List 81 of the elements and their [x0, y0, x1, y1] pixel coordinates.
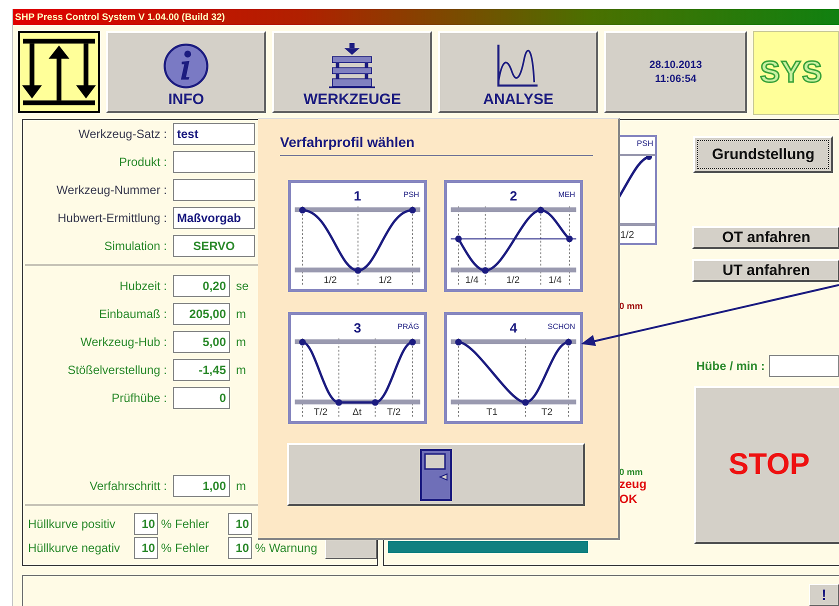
segment-label: 1/4: [548, 274, 562, 286]
bottom-dead-center-button[interactable]: UT anfahren: [692, 259, 839, 282]
input-field[interactable]: [173, 179, 255, 201]
profile-number: 2: [510, 188, 518, 204]
press-logo[interactable]: [18, 31, 100, 113]
tools-button[interactable]: WERKZEUGE: [272, 31, 432, 113]
segment-label: T1: [486, 406, 498, 418]
field-label: Simulation :: [103, 239, 168, 253]
exit-button[interactable]: [287, 443, 585, 506]
percent-label: % Fehler: [161, 517, 210, 531]
profile-number: 3: [354, 320, 362, 336]
input-field[interactable]: 10: [228, 537, 252, 559]
status-text: zeug: [619, 477, 648, 492]
segment-label: 1/2: [378, 274, 392, 286]
input-field[interactable]: 5,00: [173, 331, 230, 353]
unit-label: m: [236, 363, 246, 377]
window-title: SHP Press Control System V 1.04.00 (Build 32): [14, 12, 225, 22]
envelope-label: Hüllkurve negativ: [28, 541, 122, 555]
field-label: Werkzeug-Hub :: [80, 335, 168, 349]
segment-label: Δt: [352, 406, 362, 418]
input-field[interactable]: 10: [228, 513, 252, 535]
segment-label: 1/2: [324, 274, 337, 286]
input-field[interactable]: 1,00: [173, 475, 230, 497]
percent-label: % Fehler: [161, 541, 210, 555]
field-label: Verfahrschritt :: [88, 479, 168, 493]
input-field[interactable]: 205,00: [173, 303, 230, 325]
field-label: Werkzeug-Satz :: [78, 127, 168, 141]
profile-card[interactable]: 1 PSH 1/2 1/2: [288, 180, 427, 292]
percent-label: % Warnung: [255, 541, 318, 555]
input-field[interactable]: 10: [134, 537, 158, 559]
input-field[interactable]: 0,20: [173, 275, 230, 297]
field-label: Werkzeug-Nummer :: [56, 183, 168, 197]
profile-tag: PRÄG: [398, 322, 420, 331]
unit-label: se: [236, 279, 249, 293]
profile-tag: PSH: [404, 190, 420, 199]
profile-number: 4: [510, 320, 518, 336]
segment-label: T/2: [386, 406, 401, 418]
profile-card[interactable]: 3 PRÄG T/2 Δt T/2: [288, 312, 427, 424]
top-dead-center-button[interactable]: OT anfahren: [692, 226, 839, 249]
field-label: Prüfhübe :: [110, 391, 168, 405]
door-icon: [420, 448, 452, 500]
field-label: Produkt :: [118, 155, 168, 169]
alert-button[interactable]: !: [809, 584, 839, 606]
segment-label: 1/2: [506, 274, 520, 286]
press-arrows-icon: [21, 36, 98, 108]
company-logo: SYS: [752, 31, 839, 115]
simulation-dropdown[interactable]: SERVO: [173, 235, 255, 257]
input-field[interactable]: Maßvorgab: [173, 207, 255, 229]
input-field[interactable]: [173, 151, 255, 173]
dialog-title: Verfahrprofil wählen: [280, 134, 415, 150]
field-label: Stößelverstellung :: [66, 363, 168, 377]
field-label: Einbaumaß :: [98, 307, 168, 321]
press-tool-icon: [329, 43, 376, 89]
info-icon: [163, 43, 210, 89]
strokes-label: Hübe / min :: [696, 359, 765, 373]
profile-tag: PSH: [636, 139, 654, 148]
input-field[interactable]: [768, 355, 839, 377]
profile-card[interactable]: 4 SCHON T1 T2: [444, 312, 583, 424]
profile-number: 1: [354, 188, 362, 204]
profile-card[interactable]: 2 MEH 1/4 1/2 1/4: [444, 180, 583, 292]
unit-label: m: [236, 335, 246, 349]
input-field[interactable]: 0: [173, 387, 230, 409]
segment-label: T2: [541, 406, 553, 418]
date-time-display[interactable]: 28.10.2013 11:06:54: [604, 31, 747, 113]
home-position-button[interactable]: Grundstellung: [693, 136, 834, 173]
profile-tag: SCHON: [548, 322, 576, 331]
status-text: OK: [619, 492, 638, 507]
unit-label: m: [236, 479, 246, 493]
field-label: Hubwert-Ermittlung :: [56, 211, 168, 225]
input-field[interactable]: test: [173, 123, 255, 145]
unit-label: m: [236, 307, 246, 321]
envelope-label: Hüllkurve positiv: [28, 517, 116, 531]
profile-tag: MEH: [558, 190, 576, 199]
field-label: Hubzeit :: [118, 279, 168, 293]
segment-label: 1/2: [620, 230, 634, 241]
analysis-button[interactable]: ANALYSE: [438, 31, 598, 113]
input-field[interactable]: -1,45: [173, 359, 230, 381]
segment-label: T/2: [314, 406, 328, 418]
input-field[interactable]: 10: [134, 513, 158, 535]
info-button[interactable]: INFO: [106, 31, 266, 113]
segment-label: 1/4: [465, 274, 479, 286]
